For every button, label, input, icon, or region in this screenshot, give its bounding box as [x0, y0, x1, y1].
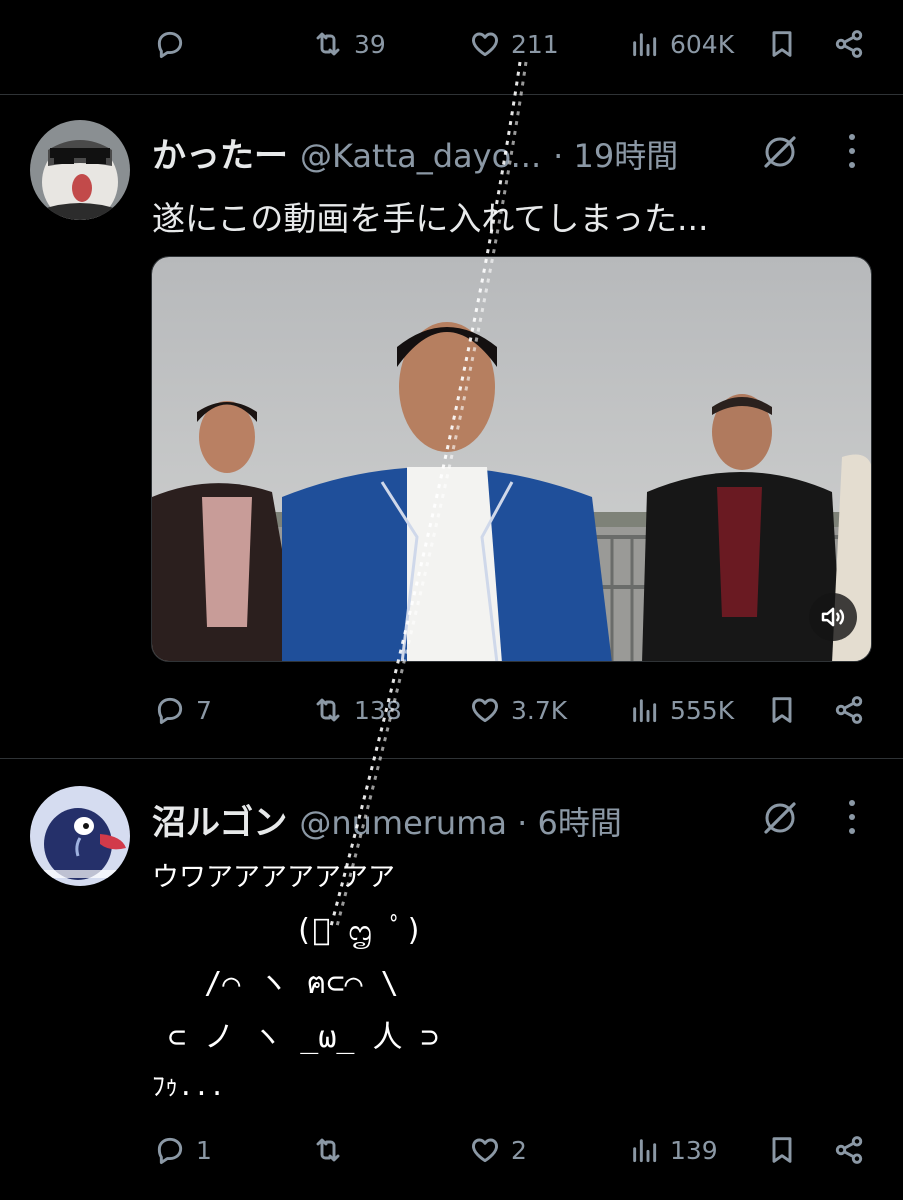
- views-icon: [628, 694, 660, 726]
- grok-icon[interactable]: [760, 798, 800, 838]
- more-icon[interactable]: [846, 800, 858, 834]
- retweet-count: 39: [354, 29, 386, 59]
- reply-count: 7: [196, 695, 212, 725]
- divider: [0, 94, 903, 95]
- volume-icon: [821, 607, 845, 627]
- like-button[interactable]: 2: [469, 1120, 527, 1180]
- like-icon: [469, 1134, 501, 1166]
- like-button[interactable]: 211: [469, 14, 559, 74]
- retweet-icon: [312, 694, 344, 726]
- views-button[interactable]: 139: [628, 1120, 718, 1180]
- reply-button[interactable]: 1: [154, 1120, 212, 1180]
- share-button[interactable]: [833, 1120, 865, 1180]
- reply-icon: [154, 1134, 186, 1166]
- retweet-button[interactable]: 138: [312, 680, 402, 740]
- share-button[interactable]: [833, 14, 865, 74]
- bookmark-icon: [766, 694, 798, 726]
- retweet-button[interactable]: 39: [312, 14, 386, 74]
- views-icon: [628, 28, 660, 60]
- author-handle[interactable]: @numeruma · 6時間: [299, 798, 622, 844]
- reply-icon: [154, 28, 186, 60]
- grok-icon[interactable]: [760, 132, 800, 172]
- tweet-header: 沼ルゴン @numeruma · 6時間: [152, 795, 622, 844]
- retweet-icon: [312, 1134, 344, 1166]
- video-frame: [152, 257, 871, 661]
- ascii-art-line: (ﾟ ᦗ ﾟ): [150, 913, 424, 948]
- tweet-text-line: ﾌｩ...: [152, 1072, 225, 1102]
- video-player[interactable]: [151, 256, 872, 662]
- retweet-count: 138: [354, 695, 402, 725]
- divider: [0, 758, 903, 759]
- views-icon: [628, 1134, 660, 1166]
- author-handle[interactable]: @Katta_dayo...: [300, 137, 541, 175]
- more-icon[interactable]: [846, 134, 858, 168]
- like-icon: [469, 694, 501, 726]
- like-count: 3.7K: [511, 695, 568, 725]
- reply-icon: [154, 694, 186, 726]
- tweet-text-line: ウワアアアアアアア: [152, 862, 395, 893]
- views-count: 139: [670, 1135, 718, 1165]
- tweet-2-actions: 7 138 3.7K 555K: [0, 680, 903, 740]
- bookmark-button[interactable]: [766, 14, 798, 74]
- reply-button[interactable]: [154, 14, 196, 74]
- bookmark-icon: [766, 1134, 798, 1166]
- tweet-time[interactable]: · 19時間: [553, 131, 678, 177]
- tweet-text: 遂にこの動画を手に入れてしまった...: [152, 199, 709, 238]
- tweet-1-actions: 39 211 604K: [0, 14, 903, 74]
- views-count: 555K: [670, 695, 735, 725]
- reply-button[interactable]: 7: [154, 680, 212, 740]
- views-button[interactable]: 604K: [628, 14, 734, 74]
- share-button[interactable]: [833, 680, 865, 740]
- avatar[interactable]: [30, 786, 130, 886]
- ascii-art-line: ⊂ ノ ヽ _ω_ 人 ⊃: [150, 1020, 439, 1055]
- views-button[interactable]: 555K: [628, 680, 734, 740]
- tweet-3-actions: 1 2 139: [0, 1120, 903, 1180]
- like-count: 211: [511, 29, 559, 59]
- share-icon: [833, 1134, 865, 1166]
- like-icon: [469, 28, 501, 60]
- bookmark-icon: [766, 28, 798, 60]
- author-name[interactable]: かったー: [152, 128, 288, 177]
- views-count: 604K: [670, 29, 735, 59]
- like-button[interactable]: 3.7K: [469, 680, 567, 740]
- retweet-button[interactable]: [312, 1120, 354, 1180]
- volume-button[interactable]: [809, 593, 857, 641]
- ascii-art-line: /⌒ ヽ ฅ⊂⌒ \: [150, 966, 399, 1001]
- tweet-header: かったー @Katta_dayo... · 19時間: [152, 128, 678, 177]
- author-name[interactable]: 沼ルゴン: [152, 795, 287, 844]
- retweet-icon: [312, 28, 344, 60]
- avatar[interactable]: [30, 120, 130, 220]
- reply-count: 1: [196, 1135, 212, 1165]
- share-icon: [833, 694, 865, 726]
- bookmark-button[interactable]: [766, 1120, 798, 1180]
- share-icon: [833, 28, 865, 60]
- like-count: 2: [511, 1135, 527, 1165]
- bookmark-button[interactable]: [766, 680, 798, 740]
